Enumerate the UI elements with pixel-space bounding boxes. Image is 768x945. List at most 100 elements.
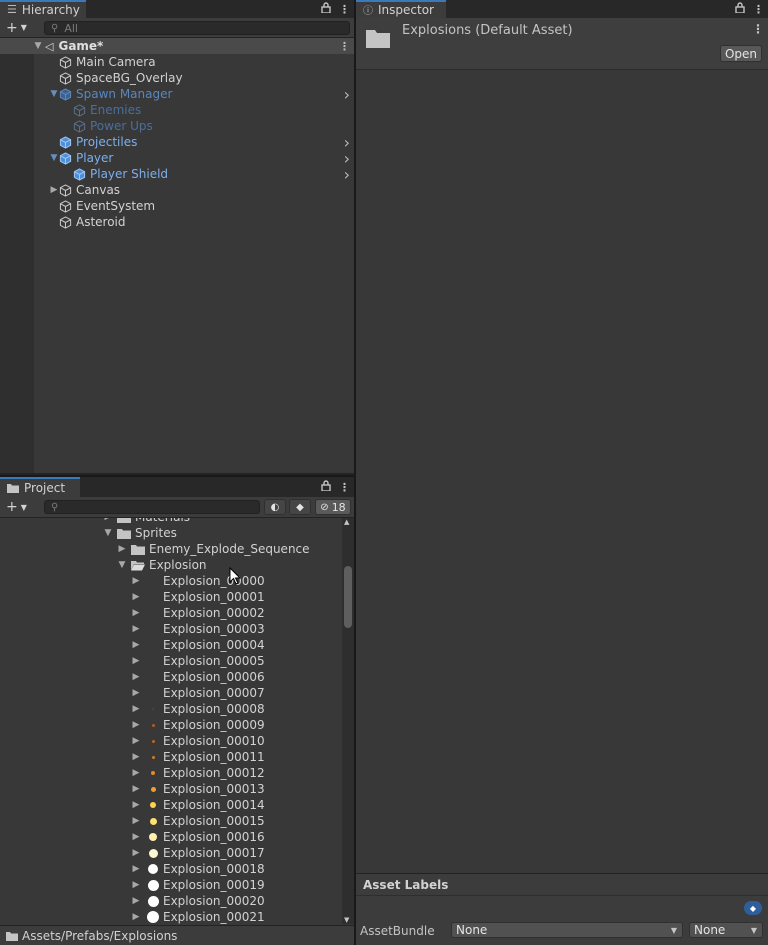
sprite-row[interactable]: ▶ Explosion_00006 <box>0 669 342 685</box>
sprite-row[interactable]: ▶ Explosion_00021 <box>0 909 342 924</box>
hierarchy-row[interactable]: ▼ Player › <box>0 149 354 168</box>
sprite-row[interactable]: ▶ Explosion_00013 <box>0 781 342 797</box>
sprite-row[interactable]: ▶ Explosion_00014 <box>0 797 342 813</box>
sprite-row[interactable]: ▶ Explosion_00002 <box>0 605 342 621</box>
lock-icon[interactable] <box>321 480 331 494</box>
project-scrollbar[interactable]: ▲ ▼ <box>342 518 354 924</box>
expand-arrow-icon[interactable]: ▼ <box>33 41 43 51</box>
hierarchy-row[interactable]: Main Camera <box>0 54 354 70</box>
project-folder-row[interactable]: ▶ Materials <box>0 518 342 525</box>
collapse-arrow-icon[interactable]: ▶ <box>131 736 141 746</box>
kebab-menu-icon[interactable]: ⋮ <box>752 22 764 36</box>
hierarchy-row[interactable]: ▼ Spawn Manager › <box>0 85 354 104</box>
sprite-thumbnail-icon <box>145 734 161 748</box>
hierarchy-row[interactable]: Enemies <box>0 102 354 118</box>
hierarchy-row[interactable]: ▶ Canvas <box>0 182 354 198</box>
sprite-thumbnail-icon <box>145 846 161 860</box>
collapse-arrow-icon[interactable]: ▶ <box>131 912 141 922</box>
hierarchy-row[interactable]: EventSystem <box>0 198 354 214</box>
tab-hierarchy[interactable]: ☰ Hierarchy <box>0 0 86 18</box>
collapse-arrow-icon[interactable]: ▶ <box>131 816 141 826</box>
collapse-arrow-icon[interactable]: ▶ <box>131 800 141 810</box>
asset-variant-dropdown[interactable]: None ▼ <box>689 922 763 938</box>
sprite-row[interactable]: ▶ Explosion_00018 <box>0 861 342 877</box>
collapse-arrow-icon[interactable]: ▶ <box>131 832 141 842</box>
create-dropdown-button[interactable]: + ▼ <box>6 20 27 36</box>
hierarchy-row[interactable]: Projectiles › <box>0 133 354 152</box>
sprite-row[interactable]: ▶ Explosion_00012 <box>0 765 342 781</box>
asset-bundle-dropdown[interactable]: None ▼ <box>451 922 683 938</box>
expand-arrow-icon[interactable]: ▼ <box>103 528 113 538</box>
hidden-packages-toggle[interactable]: ⊘ 18 <box>315 499 351 515</box>
sprite-row[interactable]: ▶ Explosion_00005 <box>0 653 342 669</box>
sprite-row[interactable]: ▶ Explosion_00003 <box>0 621 342 637</box>
sprite-row[interactable]: ▶ Explosion_00016 <box>0 829 342 845</box>
collapse-arrow-icon[interactable]: ▶ <box>131 656 141 666</box>
scroll-down-arrow-icon[interactable]: ▼ <box>344 916 349 924</box>
expand-arrow-icon[interactable]: ▼ <box>117 560 127 570</box>
collapse-arrow-icon[interactable]: ▶ <box>131 688 141 698</box>
open-prefab-arrow-icon[interactable]: › <box>344 165 350 184</box>
sprite-row[interactable]: ▶ Explosion_00007 <box>0 685 342 701</box>
sprite-row[interactable]: ▶ Explosion_00008 <box>0 701 342 717</box>
collapse-arrow-icon[interactable]: ▶ <box>131 784 141 794</box>
sprite-row[interactable]: ▶ Explosion_00001 <box>0 589 342 605</box>
collapse-arrow-icon[interactable]: ▶ <box>131 576 141 586</box>
collapse-arrow-icon[interactable]: ▶ <box>131 592 141 602</box>
sprite-row[interactable]: ▶ Explosion_00000 <box>0 573 342 589</box>
kebab-menu-icon[interactable]: ⋮ <box>339 40 350 53</box>
scroll-up-arrow-icon[interactable]: ▲ <box>344 518 349 526</box>
scrollbar-thumb[interactable] <box>344 566 352 628</box>
collapse-arrow-icon[interactable]: ▶ <box>131 704 141 714</box>
hierarchy-search-input[interactable]: ⚲ All <box>44 21 350 35</box>
collapse-arrow-icon[interactable]: ▶ <box>131 848 141 858</box>
hierarchy-row[interactable]: Power Ups <box>0 118 354 134</box>
expand-arrow-icon[interactable]: ▼ <box>49 153 59 163</box>
collapse-arrow-icon[interactable]: ▶ <box>131 752 141 762</box>
sprite-row[interactable]: ▶ Explosion_00019 <box>0 877 342 893</box>
collapse-arrow-icon[interactable]: ▶ <box>131 608 141 618</box>
tab-project[interactable]: Project <box>0 477 80 497</box>
filter-by-type-button[interactable]: ◐ <box>264 499 286 515</box>
project-folder-row[interactable]: ▶ Enemy_Explode_Sequence <box>0 541 342 557</box>
collapse-arrow-icon[interactable]: ▶ <box>131 672 141 682</box>
collapse-arrow-icon[interactable]: ▶ <box>117 544 127 554</box>
hierarchy-row[interactable]: SpaceBG_Overlay <box>0 70 354 86</box>
sprite-row[interactable]: ▶ Explosion_00020 <box>0 893 342 909</box>
sprite-row[interactable]: ▶ Explosion_00004 <box>0 637 342 653</box>
scene-row[interactable]: ▼ ◁ Game* ⋮ <box>0 38 354 54</box>
project-search-input[interactable]: ⚲ <box>44 500 260 514</box>
tab-inspector[interactable]: ⓘ Inspector <box>356 0 446 18</box>
sprite-row[interactable]: ▶ Explosion_00009 <box>0 717 342 733</box>
sprite-row[interactable]: ▶ Explosion_00017 <box>0 845 342 861</box>
collapse-arrow-icon[interactable]: ▶ <box>131 880 141 890</box>
kebab-menu-icon[interactable]: ⋮ <box>753 3 764 16</box>
collapse-arrow-icon[interactable]: ▶ <box>131 720 141 730</box>
current-path[interactable]: Assets/Prefabs/Explosions <box>22 929 177 943</box>
project-folder-row[interactable]: ▼ Explosion <box>0 557 342 573</box>
collapse-arrow-icon[interactable]: ▶ <box>131 768 141 778</box>
label-tag-icon[interactable]: ◆ <box>744 901 762 915</box>
project-folder-row[interactable]: ▼ Sprites <box>0 525 342 541</box>
kebab-menu-icon[interactable]: ⋮ <box>339 481 350 494</box>
collapse-arrow-icon[interactable]: ▶ <box>131 896 141 906</box>
lock-icon[interactable] <box>321 2 331 16</box>
open-prefab-arrow-icon[interactable]: › <box>344 85 350 104</box>
sprite-row[interactable]: ▶ Explosion_00010 <box>0 733 342 749</box>
sprite-row[interactable]: ▶ Explosion_00015 <box>0 813 342 829</box>
collapse-arrow-icon[interactable]: ▶ <box>103 518 113 522</box>
open-button[interactable]: Open <box>720 45 762 62</box>
collapse-arrow-icon[interactable]: ▶ <box>131 640 141 650</box>
lock-icon[interactable] <box>735 2 745 16</box>
collapse-arrow-icon[interactable]: ▶ <box>131 624 141 634</box>
kebab-menu-icon[interactable]: ⋮ <box>339 3 350 16</box>
collapse-arrow-icon[interactable]: ▶ <box>49 185 59 195</box>
hierarchy-row[interactable]: Player Shield › <box>0 165 354 184</box>
create-dropdown-button[interactable]: + ▼ <box>6 499 27 515</box>
expand-arrow-icon[interactable]: ▼ <box>49 89 59 99</box>
filter-by-label-button[interactable]: ◆ <box>289 499 311 515</box>
sprite-row[interactable]: ▶ Explosion_00011 <box>0 749 342 765</box>
project-tabbar: Project ⋮ <box>0 477 354 497</box>
hierarchy-row[interactable]: Asteroid <box>0 214 354 230</box>
collapse-arrow-icon[interactable]: ▶ <box>131 864 141 874</box>
